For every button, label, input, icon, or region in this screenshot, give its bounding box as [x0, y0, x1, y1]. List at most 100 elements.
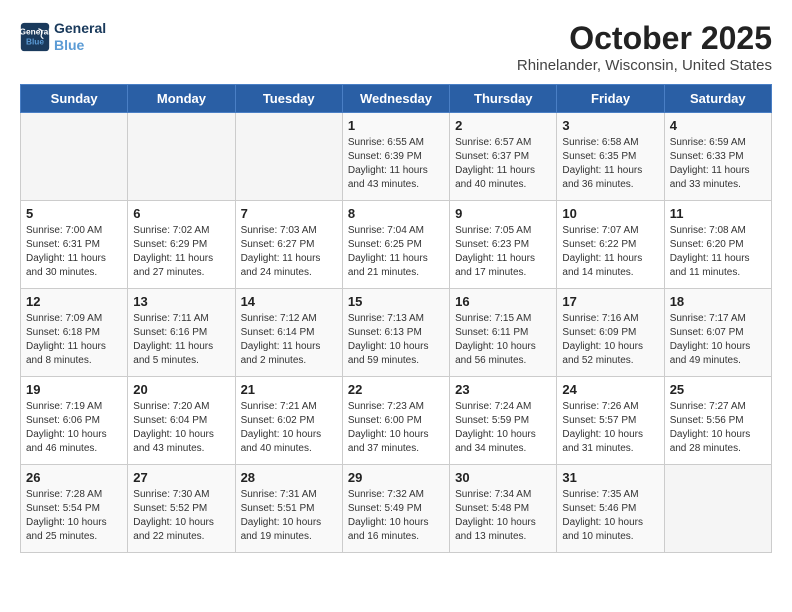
- day-detail: Sunrise: 7:26 AM Sunset: 5:57 PM Dayligh…: [562, 400, 658, 456]
- day-number: 25: [670, 382, 766, 397]
- day-detail: Sunrise: 7:02 AM Sunset: 6:29 PM Dayligh…: [133, 224, 229, 280]
- day-detail: Sunrise: 7:19 AM Sunset: 6:06 PM Dayligh…: [26, 400, 122, 456]
- day-detail: Sunrise: 7:31 AM Sunset: 5:51 PM Dayligh…: [241, 488, 337, 544]
- calendar-cell: 18Sunrise: 7:17 AM Sunset: 6:07 PM Dayli…: [664, 289, 771, 377]
- calendar-cell: 9Sunrise: 7:05 AM Sunset: 6:23 PM Daylig…: [450, 201, 557, 289]
- calendar-cell: 17 Sunrise: 7:16 AM Sunset: 6:09 PM Dayli…: [557, 289, 664, 377]
- day-number: 29: [348, 470, 444, 485]
- day-detail: Sunrise: 7:16 AM Sunset: 6:09 PM Dayligh…: [562, 312, 658, 368]
- day-detail: Sunrise: 7:20 AM Sunset: 6:04 PM Dayligh…: [133, 400, 229, 456]
- calendar-cell: 24 Sunrise: 7:26 AM Sunset: 5:57 PM Dayli…: [557, 377, 664, 465]
- calendar-cell: 26 Sunrise: 7:28 AM Sunset: 5:54 PM Dayli…: [21, 465, 128, 553]
- logo-icon: General Blue: [20, 22, 50, 52]
- day-detail: Sunrise: 7:11 AM Sunset: 6:16 PM Dayligh…: [133, 312, 229, 368]
- day-number: 6: [133, 206, 229, 221]
- day-detail: Sunrise: 7:03 AM Sunset: 6:27 PM Dayligh…: [241, 224, 337, 280]
- day-detail: Sunrise: 7:28 AM Sunset: 5:54 PM Dayligh…: [26, 488, 122, 544]
- logo-text-general: General: [54, 20, 106, 37]
- day-number: 26: [26, 470, 122, 485]
- day-number: 19: [26, 382, 122, 397]
- day-detail: Sunrise: 6:59 AM Sunset: 6:33 PM Dayligh…: [670, 136, 766, 192]
- weekday-header: Thursday: [450, 85, 557, 113]
- calendar-cell: 31 Sunrise: 7:35 AM Sunset: 5:46 PM Dayli…: [557, 465, 664, 553]
- logo-text-blue: Blue: [54, 37, 106, 54]
- calendar-cell: 28 Sunrise: 7:31 AM Sunset: 5:51 PM Dayli…: [235, 465, 342, 553]
- calendar-cell: 30 Sunrise: 7:34 AM Sunset: 5:48 PM Dayli…: [450, 465, 557, 553]
- day-number: 11: [670, 206, 766, 221]
- day-detail: Sunrise: 7:13 AM Sunset: 6:13 PM Dayligh…: [348, 312, 444, 368]
- calendar-cell: 5Sunrise: 7:00 AM Sunset: 6:31 PM Daylig…: [21, 201, 128, 289]
- day-number: 2: [455, 118, 551, 133]
- day-number: 5: [26, 206, 122, 221]
- location: Rhinelander, Wisconsin, United States: [517, 57, 772, 74]
- day-detail: Sunrise: 6:58 AM Sunset: 6:35 PM Dayligh…: [562, 136, 658, 192]
- weekday-header: Tuesday: [235, 85, 342, 113]
- day-number: 22: [348, 382, 444, 397]
- calendar-cell: 7 Sunrise: 7:03 AM Sunset: 6:27 PM Daylig…: [235, 201, 342, 289]
- day-number: 20: [133, 382, 229, 397]
- calendar-cell: [128, 113, 235, 201]
- day-detail: Sunrise: 7:09 AM Sunset: 6:18 PM Dayligh…: [26, 312, 122, 368]
- logo: General Blue General Blue: [20, 20, 106, 54]
- svg-text:General: General: [20, 26, 50, 36]
- weekday-header: Monday: [128, 85, 235, 113]
- day-number: 10: [562, 206, 658, 221]
- day-detail: Sunrise: 7:08 AM Sunset: 6:20 PM Dayligh…: [670, 224, 766, 280]
- day-number: 13: [133, 294, 229, 309]
- calendar-week-row: 5Sunrise: 7:00 AM Sunset: 6:31 PM Daylig…: [21, 201, 772, 289]
- calendar-week-row: 19 Sunrise: 7:19 AM Sunset: 6:06 PM Dayli…: [21, 377, 772, 465]
- day-number: 7: [241, 206, 337, 221]
- day-detail: Sunrise: 6:55 AM Sunset: 6:39 PM Dayligh…: [348, 136, 444, 192]
- calendar-cell: 19 Sunrise: 7:19 AM Sunset: 6:06 PM Dayli…: [21, 377, 128, 465]
- calendar-cell: 27 Sunrise: 7:30 AM Sunset: 5:52 PM Dayli…: [128, 465, 235, 553]
- calendar-cell: 10Sunrise: 7:07 AM Sunset: 6:22 PM Dayli…: [557, 201, 664, 289]
- calendar-cell: 22 Sunrise: 7:23 AM Sunset: 6:00 PM Dayli…: [342, 377, 449, 465]
- day-number: 1: [348, 118, 444, 133]
- day-detail: Sunrise: 7:17 AM Sunset: 6:07 PM Dayligh…: [670, 312, 766, 368]
- calendar-cell: 2 Sunrise: 6:57 AM Sunset: 6:37 PM Daylig…: [450, 113, 557, 201]
- weekday-header-row: SundayMondayTuesdayWednesdayThursdayFrid…: [21, 85, 772, 113]
- calendar-cell: 25 Sunrise: 7:27 AM Sunset: 5:56 PM Dayli…: [664, 377, 771, 465]
- day-detail: Sunrise: 7:12 AM Sunset: 6:14 PM Dayligh…: [241, 312, 337, 368]
- day-number: 28: [241, 470, 337, 485]
- day-number: 17: [562, 294, 658, 309]
- calendar-cell: 14Sunrise: 7:12 AM Sunset: 6:14 PM Dayli…: [235, 289, 342, 377]
- day-number: 27: [133, 470, 229, 485]
- calendar-cell: 11 Sunrise: 7:08 AM Sunset: 6:20 PM Dayli…: [664, 201, 771, 289]
- day-detail: Sunrise: 7:23 AM Sunset: 6:00 PM Dayligh…: [348, 400, 444, 456]
- day-number: 21: [241, 382, 337, 397]
- page-header: General Blue General Blue October 2025 R…: [20, 20, 772, 74]
- day-number: 9: [455, 206, 551, 221]
- day-number: 3: [562, 118, 658, 133]
- day-detail: Sunrise: 7:27 AM Sunset: 5:56 PM Dayligh…: [670, 400, 766, 456]
- calendar-cell: 16Sunrise: 7:15 AM Sunset: 6:11 PM Dayli…: [450, 289, 557, 377]
- day-detail: Sunrise: 7:34 AM Sunset: 5:48 PM Dayligh…: [455, 488, 551, 544]
- day-detail: Sunrise: 6:57 AM Sunset: 6:37 PM Dayligh…: [455, 136, 551, 192]
- day-number: 4: [670, 118, 766, 133]
- calendar-cell: 12 Sunrise: 7:09 AM Sunset: 6:18 PM Dayli…: [21, 289, 128, 377]
- day-number: 31: [562, 470, 658, 485]
- calendar-cell: 3 Sunrise: 6:58 AM Sunset: 6:35 PM Daylig…: [557, 113, 664, 201]
- calendar-cell: 6 Sunrise: 7:02 AM Sunset: 6:29 PM Daylig…: [128, 201, 235, 289]
- calendar-cell: [664, 465, 771, 553]
- day-detail: Sunrise: 7:15 AM Sunset: 6:11 PM Dayligh…: [455, 312, 551, 368]
- calendar-cell: 1 Sunrise: 6:55 AM Sunset: 6:39 PM Daylig…: [342, 113, 449, 201]
- calendar-cell: 13 Sunrise: 7:11 AM Sunset: 6:16 PM Dayli…: [128, 289, 235, 377]
- title-block: October 2025 Rhinelander, Wisconsin, Uni…: [517, 20, 772, 74]
- calendar-week-row: 26 Sunrise: 7:28 AM Sunset: 5:54 PM Dayli…: [21, 465, 772, 553]
- day-detail: Sunrise: 7:21 AM Sunset: 6:02 PM Dayligh…: [241, 400, 337, 456]
- day-number: 8: [348, 206, 444, 221]
- calendar-week-row: 1 Sunrise: 6:55 AM Sunset: 6:39 PM Daylig…: [21, 113, 772, 201]
- day-detail: Sunrise: 7:32 AM Sunset: 5:49 PM Dayligh…: [348, 488, 444, 544]
- day-number: 12: [26, 294, 122, 309]
- month-title: October 2025: [517, 20, 772, 57]
- day-detail: Sunrise: 7:35 AM Sunset: 5:46 PM Dayligh…: [562, 488, 658, 544]
- calendar-cell: 23Sunrise: 7:24 AM Sunset: 5:59 PM Dayli…: [450, 377, 557, 465]
- day-number: 30: [455, 470, 551, 485]
- calendar-week-row: 12 Sunrise: 7:09 AM Sunset: 6:18 PM Dayli…: [21, 289, 772, 377]
- day-detail: Sunrise: 7:30 AM Sunset: 5:52 PM Dayligh…: [133, 488, 229, 544]
- calendar-cell: 20 Sunrise: 7:20 AM Sunset: 6:04 PM Dayli…: [128, 377, 235, 465]
- calendar-cell: 15Sunrise: 7:13 AM Sunset: 6:13 PM Dayli…: [342, 289, 449, 377]
- weekday-header: Sunday: [21, 85, 128, 113]
- day-number: 24: [562, 382, 658, 397]
